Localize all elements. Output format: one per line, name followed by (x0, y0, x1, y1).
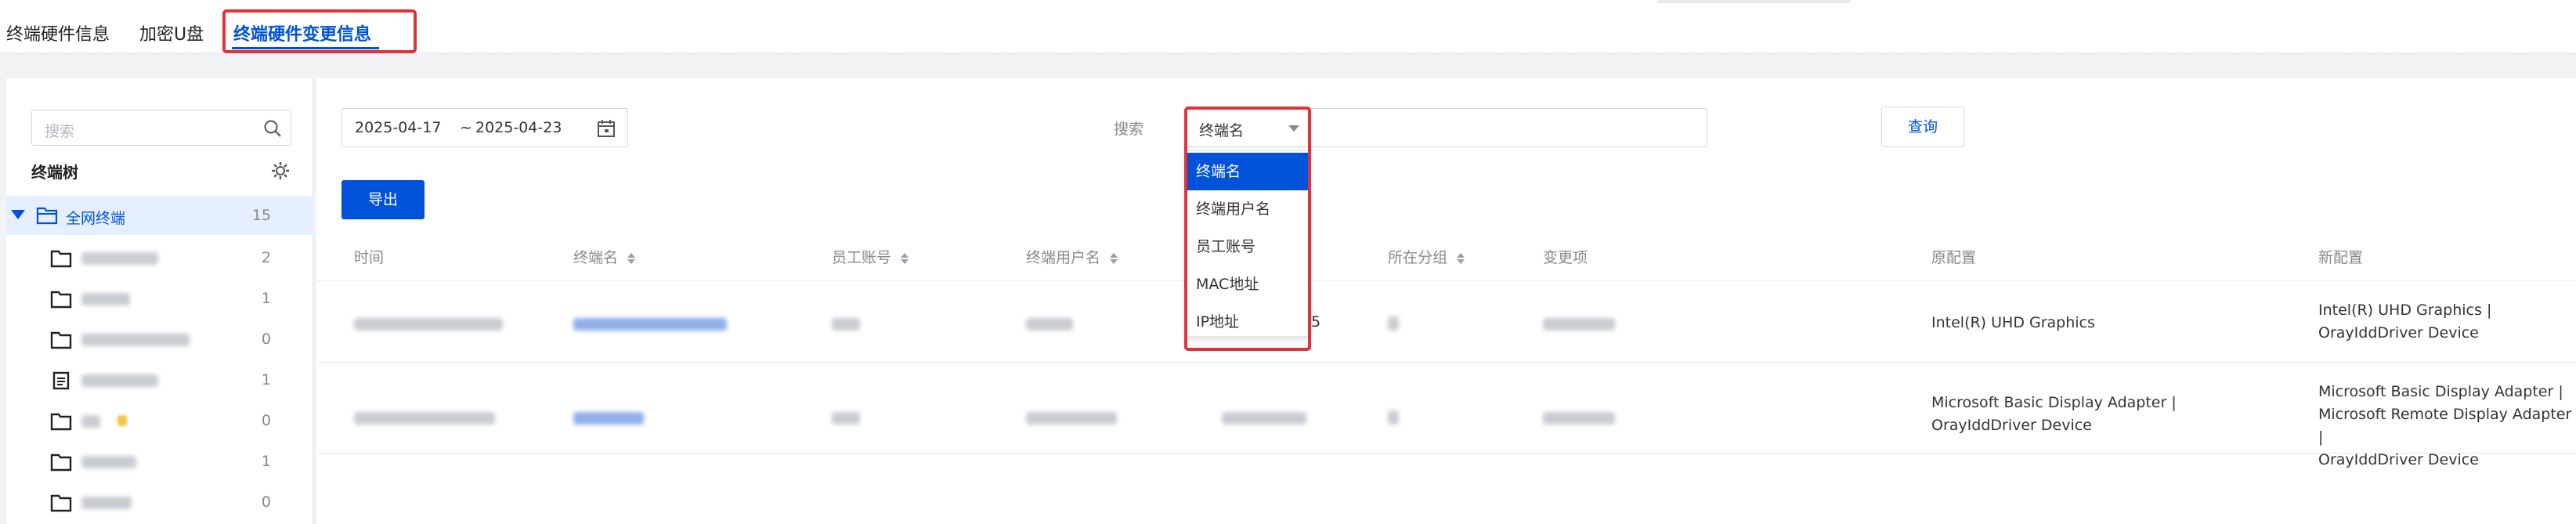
tree-item-label-redacted (81, 456, 136, 468)
dropdown-option-mac-address[interactable]: MAC地址 (1187, 266, 1309, 303)
date-start: 2025-04-17 (355, 119, 442, 136)
tree-root-label: 全网终端 (66, 210, 126, 227)
tree-item[interactable]: 0 (6, 320, 313, 360)
cell-terminal-name-redacted-link[interactable] (573, 412, 644, 425)
gear-icon[interactable] (269, 160, 291, 182)
column-header-group[interactable]: 所在分组 (1388, 246, 1465, 267)
cell-new-config: Intel(R) UHD Graphics | OrayIddDriver De… (2318, 302, 2492, 342)
tree-item-count: 2 (261, 249, 271, 266)
sort-icon[interactable] (901, 252, 909, 264)
tree-item-count: 0 (261, 493, 271, 511)
sort-icon[interactable] (1110, 252, 1118, 264)
folder-icon (50, 331, 72, 349)
tree-item-label-redacted (81, 334, 190, 346)
export-button[interactable]: 导出 (341, 180, 425, 219)
sort-icon[interactable] (1457, 252, 1465, 264)
tree-root-count: 15 (251, 207, 271, 224)
cell-change-item-redacted (1543, 318, 1615, 331)
calendar-icon[interactable] (596, 118, 616, 139)
active-tab-indicator (232, 47, 379, 49)
document-icon (52, 371, 70, 390)
tree-item[interactable]: 0 (6, 482, 313, 523)
cell-group-redacted (1388, 316, 1399, 331)
tab-encrypted-usb[interactable]: 加密U盘 (139, 20, 204, 45)
cell-time-redacted (354, 412, 495, 425)
cell-employee-account-redacted (832, 412, 860, 425)
column-header-employee-account[interactable]: 员工账号 (832, 246, 909, 267)
search-field-value: 终端名 (1199, 122, 1245, 139)
tree-item-count: 0 (261, 331, 271, 348)
cell-old-config: Intel(R) UHD Graphics (1931, 314, 2095, 331)
cell-old-config: Microsoft Basic Display Adapter | OrayId… (1931, 394, 2177, 434)
tree-item[interactable]: 1 (6, 442, 313, 482)
search-field-select[interactable]: 终端名 (1186, 108, 1310, 147)
date-separator: ~ (460, 119, 472, 136)
date-range-picker[interactable]: 2025-04-17 ~ 2025-04-23 (341, 108, 628, 147)
terminal-tree-title: 终端树 (31, 163, 78, 182)
search-icon[interactable] (262, 118, 283, 139)
dropdown-option-ip-address[interactable]: IP地址 (1187, 303, 1309, 341)
folder-icon (50, 413, 72, 431)
cell-ip-partial: 5 (1311, 313, 1321, 331)
tree-item[interactable]: 2 (6, 238, 313, 279)
column-header-change-item: 变更项 (1543, 249, 1588, 266)
column-header-new-config: 新配置 (2318, 249, 2364, 266)
search-input[interactable] (1310, 108, 1707, 147)
sidebar-search-input[interactable]: 搜索 (31, 110, 291, 146)
cell-group-redacted (1388, 410, 1399, 425)
tree-item-label-redacted (81, 293, 130, 305)
row-divider (316, 453, 2576, 454)
cell-employee-account-redacted (832, 318, 860, 331)
tree-item-label-redacted (81, 497, 132, 509)
tree-item[interactable]: 1 (6, 360, 313, 401)
cell-new-config: Microsoft Basic Display Adapter | Micros… (2318, 383, 2572, 468)
cell-time-redacted (354, 318, 503, 331)
search-field-dropdown: 终端名 终端用户名 员工账号 MAC地址 IP地址 (1186, 150, 1310, 337)
tab-terminal-hardware-info[interactable]: 终端硬件信息 (6, 20, 110, 45)
tab-terminal-hardware-change-info[interactable]: 终端硬件变更信息 (233, 20, 371, 45)
column-header-time[interactable]: 时间 (354, 246, 384, 267)
tree-item-label-redacted (81, 415, 100, 428)
sort-icon[interactable] (627, 252, 636, 264)
tree-item-count: 1 (261, 371, 271, 388)
tree-item-label-redacted (81, 374, 158, 387)
main-panel: 2025-04-17 ~ 2025-04-23 搜索 终端名 查询 导出 时间 … (316, 78, 2576, 524)
tree-item-count: 1 (261, 290, 271, 307)
tree-item[interactable]: 0 (6, 401, 313, 442)
tree-item-label-redacted (81, 252, 158, 265)
column-header-terminal-user[interactable]: 终端用户名 (1026, 246, 1118, 267)
cell-terminal-name-redacted-link[interactable] (573, 318, 727, 331)
tree-item-status-badge (117, 415, 127, 426)
expand-caret-icon[interactable] (11, 210, 25, 219)
cell-terminal-user-redacted (1026, 412, 1117, 425)
column-header-old-config: 原配置 (1931, 249, 1977, 266)
cell-change-item-redacted (1543, 412, 1615, 425)
folder-icon (50, 250, 72, 268)
row-divider (316, 280, 2576, 281)
topbar-shadow (0, 53, 2576, 60)
chevron-down-icon[interactable] (1288, 125, 1299, 132)
dropdown-option-employee-account[interactable]: 员工账号 (1187, 228, 1309, 266)
folder-icon (50, 494, 72, 512)
sidebar: 搜索 终端树 全网终端 15 2 1 0 1 0 1 0 (6, 78, 313, 524)
dropdown-option-terminal-user[interactable]: 终端用户名 (1187, 190, 1309, 228)
column-header-terminal-name[interactable]: 终端名 (573, 246, 636, 267)
query-button[interactable]: 查询 (1881, 107, 1964, 147)
tree-item[interactable]: 1 (6, 279, 313, 320)
folder-open-icon (36, 207, 58, 225)
sidebar-search-placeholder: 搜索 (45, 123, 75, 140)
cell-ip-redacted (1222, 412, 1306, 425)
date-end: 2025-04-23 (475, 119, 562, 136)
top-tab-bar: 终端硬件信息 加密U盘 终端硬件变更信息 (0, 0, 2576, 60)
top-search-field-edge (1657, 0, 1850, 3)
tree-item-count: 1 (261, 453, 271, 470)
search-label: 搜索 (1114, 121, 1144, 138)
folder-icon (50, 291, 72, 309)
dropdown-option-terminal-name[interactable]: 终端名 (1187, 153, 1309, 190)
row-divider (316, 362, 2576, 363)
tree-node-all-terminals[interactable]: 全网终端 15 (6, 196, 313, 235)
tree-item-count: 0 (261, 412, 271, 429)
cell-terminal-user-redacted (1026, 318, 1073, 331)
folder-icon (50, 454, 72, 472)
